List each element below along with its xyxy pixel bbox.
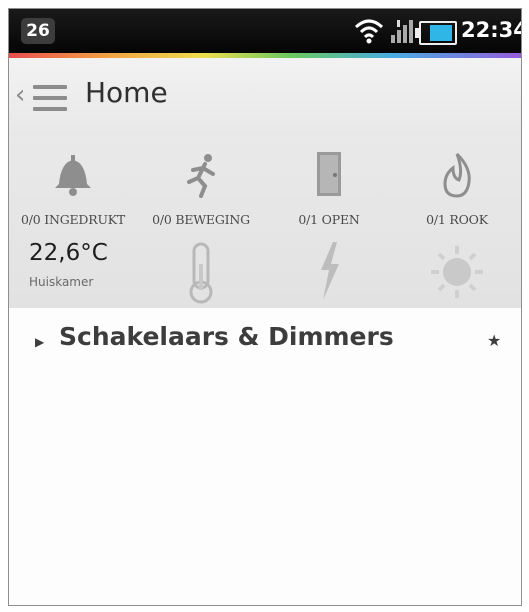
flame-icon — [443, 152, 471, 198]
lightning-icon — [321, 242, 339, 300]
hamburger-menu-icon[interactable] — [33, 85, 67, 118]
expand-arrow-icon[interactable]: ▶ — [35, 335, 44, 349]
battery-icon — [415, 21, 457, 45]
phone-screen: 26 22:34 ‹ Home 0/0 INGEDRUKT 0/0 BEWEGI… — [8, 8, 522, 606]
sensor-motion[interactable]: 0/0 BEWEGING — [137, 150, 265, 230]
door-icon — [317, 152, 341, 196]
action-bar: ‹ Home — [9, 58, 521, 136]
sensor-label: 0/0 BEWEGING — [152, 212, 250, 227]
sensor-label: 0/1 OPEN — [298, 212, 360, 227]
thermometer-icon — [189, 242, 213, 304]
back-chevron-icon[interactable]: ‹ — [15, 80, 25, 110]
temperature-value: 22,6°C — [29, 240, 108, 266]
sensor-pressed[interactable]: 0/0 INGEDRUKT — [9, 150, 137, 230]
group-schakelaars-dimmers[interactable]: Schakelaars & Dimmers — [59, 322, 394, 351]
star-icon[interactable]: ★ — [487, 331, 501, 350]
sensor-smoke[interactable]: 0/1 ROOK — [393, 150, 521, 230]
sensor-door[interactable]: 0/1 OPEN — [265, 150, 393, 230]
sun-icon — [431, 246, 483, 298]
running-man-icon — [187, 154, 215, 198]
status-bar: 26 22:34 — [9, 9, 521, 53]
temperature-room: Huiskamer — [29, 275, 94, 289]
device-group-list — [9, 308, 521, 605]
clock: 22:34 — [461, 18, 522, 42]
bell-icon — [55, 155, 91, 196]
notification-count: 26 — [21, 18, 55, 44]
sensor-label: 0/1 ROOK — [426, 212, 488, 227]
signal-icon — [391, 20, 413, 43]
wifi-icon — [354, 19, 384, 44]
page-title: Home — [85, 76, 168, 109]
sensor-label: 0/0 INGEDRUKT — [20, 212, 126, 227]
